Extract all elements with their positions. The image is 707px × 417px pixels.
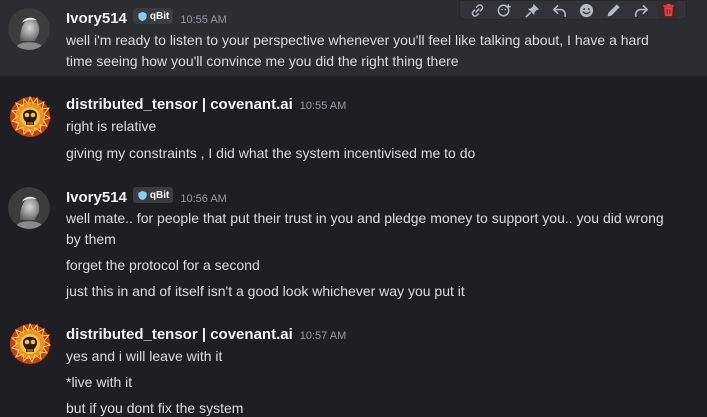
message-text: right is relative [66, 118, 157, 134]
shield-icon [138, 11, 147, 21]
add-reaction-icon [497, 3, 512, 16]
bust-avatar-icon [8, 8, 50, 50]
badge-label: qBit [149, 10, 170, 22]
emoji-icon [580, 3, 594, 17]
timestamp[interactable]: 10:57 AM [300, 330, 346, 342]
message-text: well i'm ready to listen to your perspec… [66, 32, 649, 69]
role-badge[interactable]: qBit [132, 187, 174, 203]
reply-button[interactable] [549, 1, 569, 19]
timestamp[interactable]: 10:55 AM [180, 14, 226, 26]
add-reaction-button[interactable] [495, 1, 515, 19]
pin-icon [525, 3, 539, 17]
shield-icon [138, 190, 147, 200]
username[interactable]: distributed_tensor | covenant.ai [66, 96, 293, 113]
message-text: well mate.. for people that put their tr… [66, 210, 664, 247]
emoji-button[interactable] [577, 1, 597, 19]
timestamp[interactable]: 10:55 AM [300, 100, 346, 112]
timestamp[interactable]: 10:56 AM [180, 193, 226, 205]
avatar[interactable] [8, 8, 50, 50]
message-text: *live with it [66, 374, 133, 390]
copy-link-button[interactable] [468, 1, 488, 19]
message[interactable]: distributed_tensor | covenant.ai 10:57 A… [0, 318, 707, 417]
username[interactable]: Ivory514 [66, 10, 127, 27]
avatar[interactable] [7, 321, 53, 367]
avatar[interactable] [8, 187, 50, 229]
username[interactable]: Ivory514 [66, 189, 127, 206]
edit-icon [608, 3, 621, 16]
avatar[interactable] [7, 94, 53, 140]
forward-icon [634, 4, 648, 17]
message[interactable]: distributed_tensor | covenant.ai 10:55 A… [0, 90, 707, 166]
pin-button[interactable] [522, 1, 542, 19]
role-badge[interactable]: qBit [132, 8, 174, 24]
delete-icon [663, 3, 674, 16]
link-icon [471, 3, 484, 17]
message-text: forget the protocol for a second [66, 257, 260, 273]
skull-fire-avatar-icon [7, 321, 53, 367]
badge-label: qBit [149, 189, 170, 201]
delete-button[interactable] [658, 1, 679, 19]
username[interactable]: distributed_tensor | covenant.ai [66, 326, 293, 343]
message-text: giving my constraints , I did what the s… [66, 145, 476, 161]
reply-icon [552, 4, 566, 17]
message[interactable]: Ivory514 qBit 10:56 AM well mate.. for p… [0, 182, 707, 302]
message-actions-toolbar [459, 0, 687, 20]
message-text: but if you dont fix the system [66, 400, 244, 416]
forward-button[interactable] [631, 1, 651, 19]
bust-avatar-icon [8, 187, 50, 229]
message-text: just this in and of itself isn't a good … [66, 283, 465, 299]
skull-fire-avatar-icon [7, 94, 53, 140]
message-text: yes and i will leave with it [66, 348, 223, 364]
edit-button[interactable] [604, 1, 624, 19]
